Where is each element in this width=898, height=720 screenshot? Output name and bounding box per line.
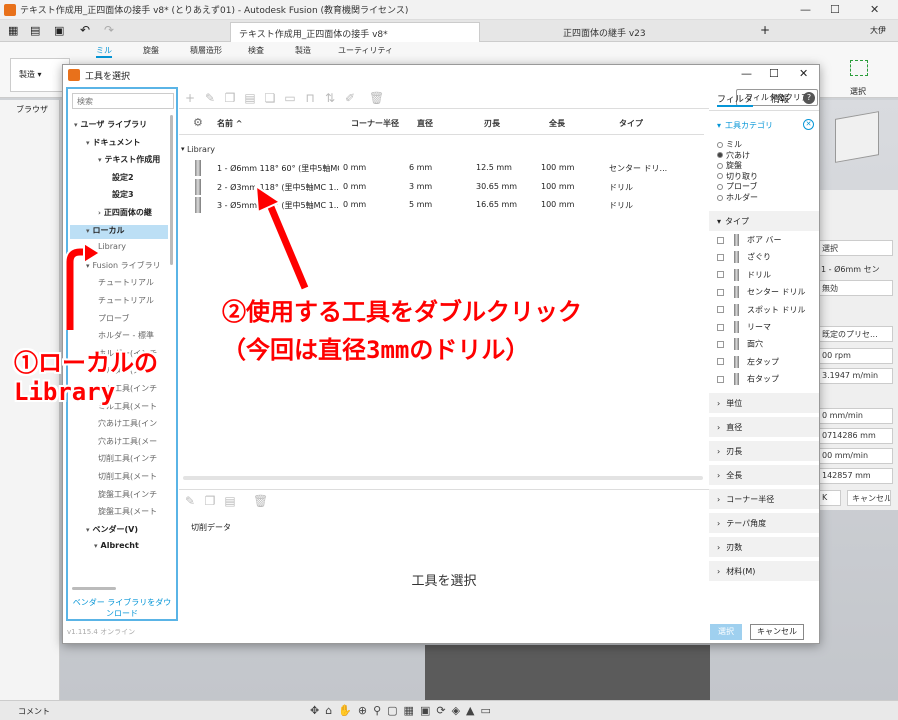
straight-arrow-shaft — [264, 198, 309, 290]
annotation-doubleclick-line1: ②使用する工具をダブルクリック — [222, 298, 582, 326]
curved-arrow-local-red — [66, 248, 88, 330]
annotation-doubleclick-line2: （今回は直径3mmのドリル） — [222, 336, 530, 364]
annotation-local-line1: ①ローカルの — [14, 349, 158, 377]
curved-arrow-local-head — [83, 241, 102, 265]
annotation-local-line2: Library — [14, 378, 116, 406]
